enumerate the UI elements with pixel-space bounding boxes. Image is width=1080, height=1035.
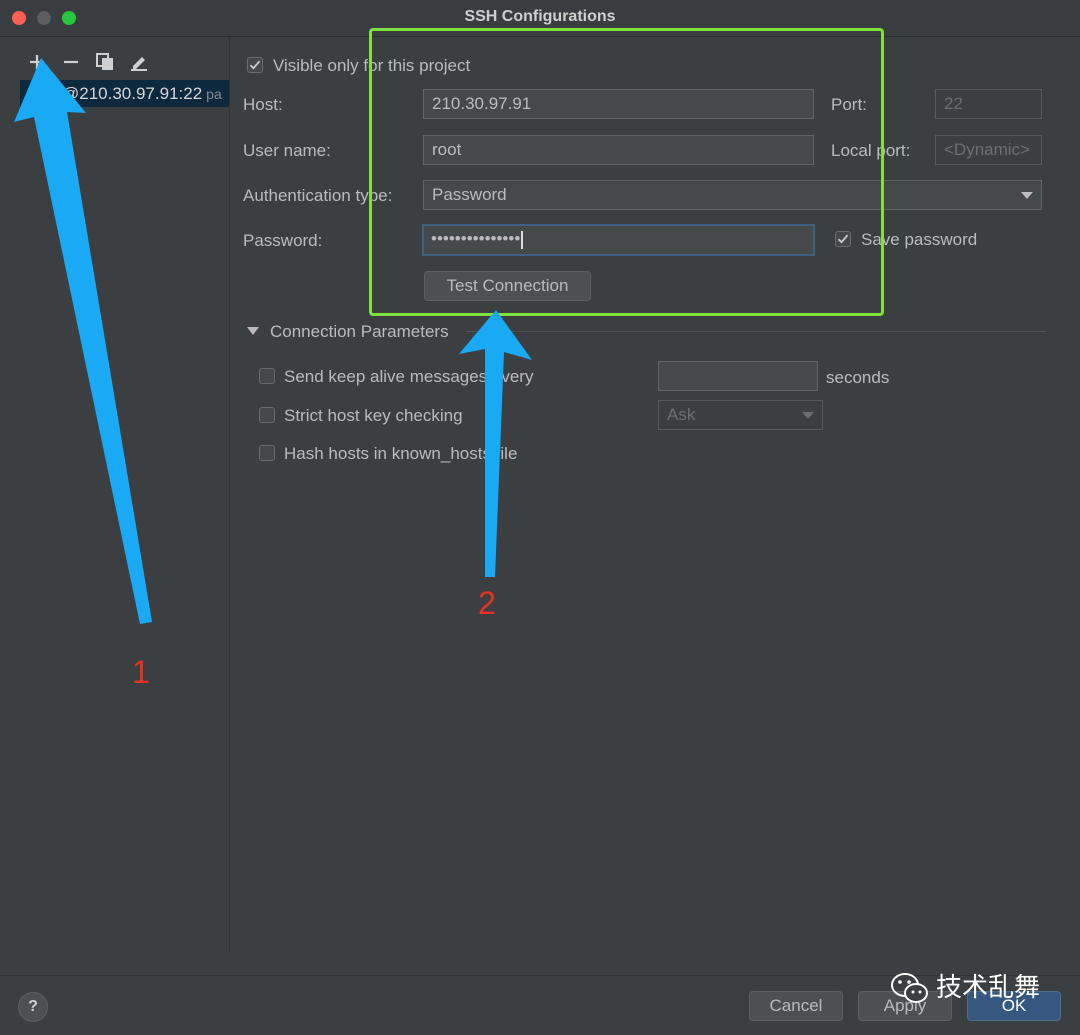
- annotation-number-1: 1: [132, 654, 150, 690]
- watermark: 技术乱舞: [890, 968, 1040, 1008]
- annotation-arrows: [14, 58, 532, 624]
- annotation-number-2: 2: [478, 585, 496, 621]
- annotation-arrow-1: [14, 58, 152, 624]
- watermark-text: 技术乱舞: [936, 973, 1041, 1003]
- wechat-icon: [891, 972, 928, 1003]
- annotation-arrow-2: [459, 310, 532, 577]
